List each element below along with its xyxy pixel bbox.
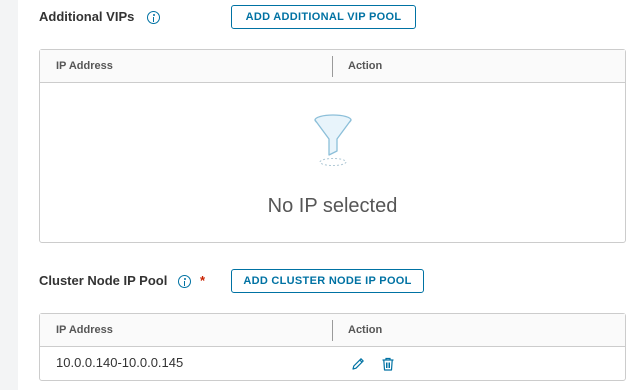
cluster-node-ip-pool-label: Cluster Node IP Pool [39, 273, 168, 288]
info-icon[interactable] [147, 11, 160, 24]
required-indicator: * [200, 273, 206, 288]
cluster-node-ip-pool-grid: IP Address Action 10.0.0.140-10.0.0.145 [39, 313, 626, 381]
action-column-header: Action [348, 60, 383, 72]
funnel-icon [314, 114, 352, 166]
table-row: 10.0.0.140-10.0.0.145 [40, 347, 625, 379]
ip-range-cell: 10.0.0.140-10.0.0.145 [56, 355, 184, 370]
grid-header: IP Address Action [40, 50, 625, 83]
add-cluster-node-ip-pool-button[interactable]: ADD CLUSTER NODE IP POOL [231, 269, 424, 293]
ip-address-column-header: IP Address [56, 324, 113, 336]
info-icon[interactable] [178, 275, 191, 288]
column-divider[interactable] [332, 320, 333, 341]
column-divider[interactable] [332, 56, 333, 77]
action-column-header: Action [348, 324, 383, 336]
delete-icon[interactable] [380, 356, 396, 372]
ip-address-column-header: IP Address [56, 60, 113, 72]
edit-icon[interactable] [350, 356, 366, 372]
left-rail [0, 0, 18, 390]
empty-message: No IP selected [267, 195, 398, 217]
add-additional-vip-pool-button[interactable]: ADD ADDITIONAL VIP POOL [231, 5, 416, 29]
empty-state: No IP selected [40, 83, 625, 243]
grid-header: IP Address Action [40, 314, 625, 347]
additional-vips-label: Additional VIPs [39, 9, 135, 24]
additional-vips-grid: IP Address Action No IP selected [39, 49, 626, 243]
